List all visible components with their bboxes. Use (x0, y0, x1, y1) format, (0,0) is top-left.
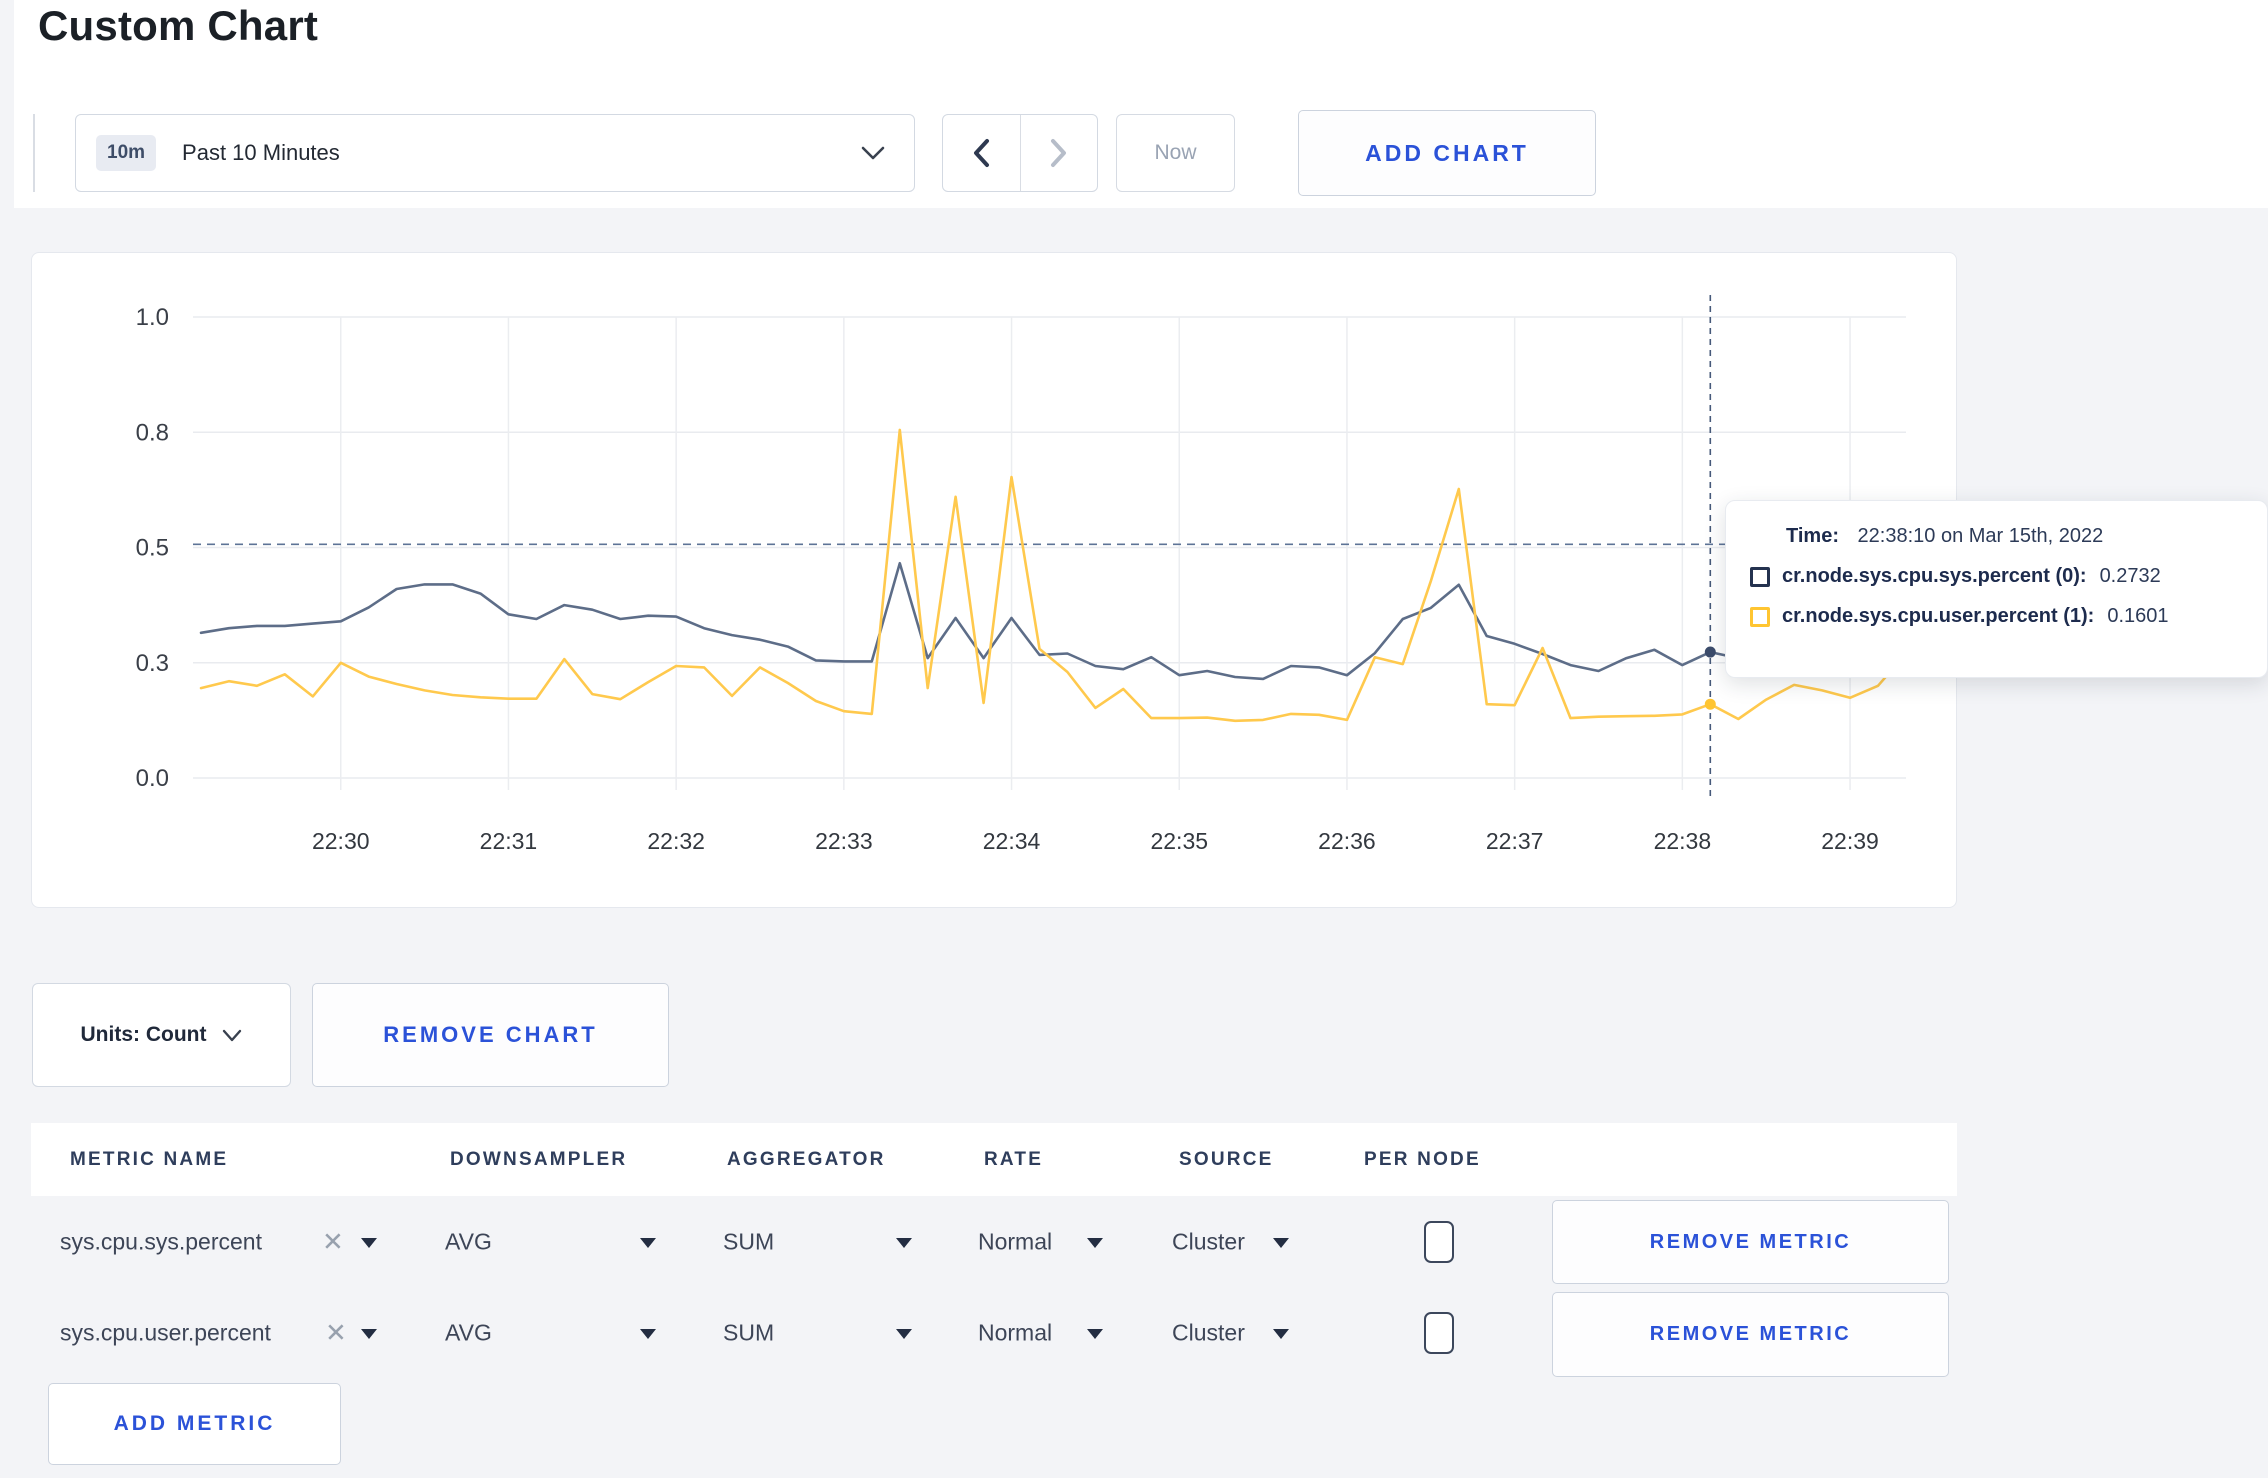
series-line-user (199, 428, 1908, 723)
tooltip-series-label: cr.node.sys.cpu.user.percent (1): (1782, 605, 2095, 627)
tooltip-series-value: 0.2732 (2099, 565, 2161, 587)
rate-select[interactable]: Normal (978, 1320, 1052, 1347)
tooltip-series-row: cr.node.sys.cpu.sys.percent (0): 0.2732 (1750, 565, 2243, 588)
metric-table-row: sys.cpu.user.percent ✕ AVG SUM Normal Cl… (31, 1288, 1957, 1378)
caret-down-icon[interactable] (1273, 1238, 1289, 1248)
series-swatch-sys-icon (1750, 566, 1770, 587)
metrics-table-header: METRIC NAME DOWNSAMPLER AGGREGATOR RATE … (31, 1123, 1957, 1196)
x-axis-tick-label: 22:34 (983, 828, 1041, 854)
x-axis-tick-label: 22:39 (1821, 828, 1879, 854)
y-axis-tick-label: 0.8 (136, 419, 169, 446)
crosshair-point-user (1704, 698, 1716, 710)
chevron-down-icon (860, 145, 886, 161)
tooltip-series-row: cr.node.sys.cpu.user.percent (1): 0.1601 (1750, 605, 2243, 628)
crosshair-point-sys (1704, 646, 1716, 658)
tooltip-series-value: 0.1601 (2107, 605, 2169, 627)
tooltip-time-value: 22:38:10 on Mar 15th, 2022 (1857, 525, 2104, 547)
caret-down-icon[interactable] (640, 1238, 656, 1248)
column-header-rate: RATE (984, 1149, 1044, 1170)
remove-metric-button[interactable]: REMOVE METRIC (1552, 1292, 1949, 1377)
add-chart-button[interactable]: ADD CHART (1298, 110, 1596, 196)
metric-name-select[interactable]: sys.cpu.user.percent (60, 1320, 271, 1347)
rate-select[interactable]: Normal (978, 1229, 1052, 1256)
page-title: Custom Chart (38, 2, 319, 49)
x-axis-tick-label: 22:33 (815, 828, 873, 854)
y-axis-tick-label: 0.5 (136, 535, 169, 562)
caret-down-icon[interactable] (361, 1238, 377, 1248)
column-header-aggregator: AGGREGATOR (727, 1149, 886, 1170)
time-range-badge: 10m (96, 135, 157, 171)
chart-tooltip: Time: 22:38:10 on Mar 15th, 2022 cr.node… (1725, 500, 2268, 678)
toolbar-divider (33, 114, 35, 192)
tooltip-series-label: cr.node.sys.cpu.sys.percent (0): (1782, 565, 2087, 587)
tooltip-time-label: Time: (1786, 525, 1839, 547)
time-range-dropdown[interactable]: 10m Past 10 Minutes (75, 114, 915, 192)
x-axis-tick-label: 22:32 (647, 828, 705, 854)
tooltip-time-row: Time: 22:38:10 on Mar 15th, 2022 (1786, 525, 2243, 548)
clear-metric-icon[interactable]: ✕ (322, 1227, 344, 1258)
x-axis-tick-label: 22:38 (1654, 828, 1712, 854)
clear-metric-icon[interactable]: ✕ (325, 1318, 347, 1349)
units-label: Units: Count (80, 1023, 207, 1046)
chevron-left-icon (972, 138, 990, 168)
caret-down-icon[interactable] (1273, 1329, 1289, 1339)
y-axis-tick-label: 1.0 (136, 304, 169, 331)
time-back-button[interactable] (943, 115, 1020, 191)
caret-down-icon[interactable] (1087, 1329, 1103, 1339)
now-button[interactable]: Now (1116, 114, 1235, 192)
caret-down-icon[interactable] (640, 1329, 656, 1339)
custom-chart-page: Custom Chart 10m Past 10 Minutes Now ADD… (0, 0, 2268, 1478)
y-axis-tick-label: 0.0 (136, 765, 169, 792)
caret-down-icon[interactable] (896, 1329, 912, 1339)
x-axis-tick-label: 22:36 (1318, 828, 1376, 854)
aggregator-select[interactable]: SUM (723, 1320, 774, 1347)
column-header-metric-name: METRIC NAME (70, 1149, 229, 1170)
time-range-label: Past 10 Minutes (182, 140, 340, 165)
chart-card: 0.0 0.3 0.5 0.8 1.0 22:30 22:31 22:32 22:33 22:34… (31, 252, 1957, 908)
chevron-right-icon (1050, 138, 1068, 168)
metric-table-row: sys.cpu.sys.percent ✕ AVG SUM Normal Clu… (31, 1196, 1957, 1288)
x-axis-tick-label: 22:37 (1486, 828, 1544, 854)
caret-down-icon[interactable] (1087, 1238, 1103, 1248)
column-header-downsampler: DOWNSAMPLER (450, 1149, 628, 1170)
per-node-checkbox[interactable] (1424, 1221, 1454, 1263)
column-header-source: SOURCE (1179, 1149, 1274, 1170)
downsampler-select[interactable]: AVG (445, 1229, 492, 1256)
caret-down-icon[interactable] (896, 1238, 912, 1248)
x-axis-tick-label: 22:31 (480, 828, 538, 854)
timeseries-chart[interactable]: 0.0 0.3 0.5 0.8 1.0 22:30 22:31 22:32 22:33 22:34… (32, 253, 1958, 909)
remove-metric-button[interactable]: REMOVE METRIC (1552, 1200, 1949, 1284)
remove-chart-button[interactable]: REMOVE CHART (312, 983, 669, 1087)
time-nav-group (942, 114, 1098, 192)
source-select[interactable]: Cluster (1172, 1229, 1245, 1256)
aggregator-select[interactable]: SUM (723, 1229, 774, 1256)
add-metric-button[interactable]: ADD METRIC (48, 1383, 341, 1465)
caret-down-icon[interactable] (361, 1329, 377, 1339)
chevron-down-icon (222, 1029, 242, 1042)
column-header-per-node: PER NODE (1364, 1149, 1481, 1170)
per-node-checkbox[interactable] (1424, 1312, 1454, 1354)
series-swatch-user-icon (1750, 606, 1770, 627)
page-header: Custom Chart 10m Past 10 Minutes Now ADD… (14, 0, 2268, 208)
units-dropdown[interactable]: Units: Count (32, 983, 291, 1087)
y-axis-tick-label: 0.3 (136, 650, 169, 677)
metric-name-select[interactable]: sys.cpu.sys.percent (60, 1229, 262, 1256)
source-select[interactable]: Cluster (1172, 1320, 1245, 1347)
x-axis-tick-label: 22:35 (1150, 828, 1208, 854)
downsampler-select[interactable]: AVG (445, 1320, 492, 1347)
x-axis-tick-label: 22:30 (312, 828, 370, 854)
time-forward-button[interactable] (1019, 115, 1098, 191)
